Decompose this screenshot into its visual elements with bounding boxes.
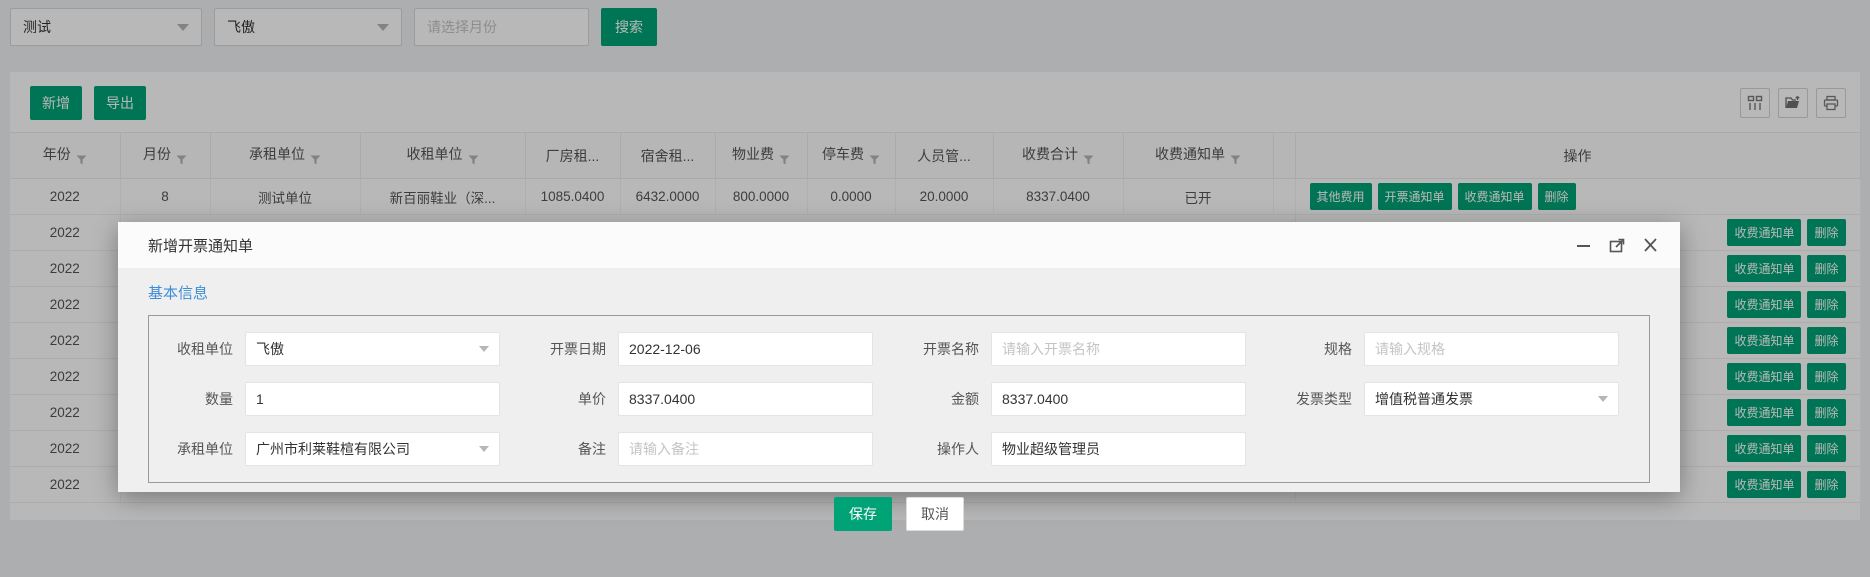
- field-label: 承租单位: [153, 439, 245, 459]
- quantity-input[interactable]: [256, 391, 489, 407]
- operator-field: 操作人: [899, 432, 1272, 466]
- minimize-icon[interactable]: [1576, 238, 1591, 252]
- invoice-date-input[interactable]: [629, 341, 862, 357]
- chevron-down-icon: [1598, 396, 1608, 402]
- new-invoice-notice-modal: 新增开票通知单 基本信息 收租单位 飞傲 开票日期 开票名称 规格: [118, 222, 1680, 492]
- field-label: 操作人: [899, 439, 991, 459]
- modal-window-controls: [1558, 238, 1658, 253]
- chevron-down-icon: [479, 446, 489, 452]
- tenant-field: 承租单位 广州市利莱鞋楦有限公司: [153, 432, 526, 466]
- modal-title: 新增开票通知单: [148, 235, 253, 256]
- unit-price-input[interactable]: [629, 391, 862, 407]
- invoice-name-field: 开票名称: [899, 332, 1272, 366]
- invoice-type-select[interactable]: 增值税普通发票: [1364, 382, 1619, 416]
- field-label: 开票名称: [899, 339, 991, 359]
- invoice-date-input-wrap: [618, 332, 873, 366]
- landlord-select[interactable]: 飞傲: [245, 332, 500, 366]
- field-label: 规格: [1272, 339, 1364, 359]
- spec-input-wrap: [1364, 332, 1619, 366]
- maximize-icon[interactable]: [1609, 238, 1625, 253]
- landlord-field: 收租单位 飞傲: [153, 332, 526, 366]
- invoice-name-input[interactable]: [1002, 341, 1235, 357]
- field-label: 数量: [153, 389, 245, 409]
- field-label: 单价: [526, 389, 618, 409]
- field-label: 金额: [899, 389, 991, 409]
- amount-input[interactable]: [1002, 391, 1235, 407]
- field-label: 开票日期: [526, 339, 618, 359]
- modal-body: 基本信息 收租单位 飞傲 开票日期 开票名称 规格 数量: [118, 268, 1680, 483]
- remark-input[interactable]: [629, 441, 862, 457]
- field-label: 备注: [526, 439, 618, 459]
- operator-input[interactable]: [1002, 441, 1235, 457]
- amount-field: 金额: [899, 382, 1272, 416]
- remark-input-wrap: [618, 432, 873, 466]
- field-label: 发票类型: [1272, 389, 1364, 409]
- spec-input[interactable]: [1375, 341, 1608, 357]
- invoice-name-input-wrap: [991, 332, 1246, 366]
- save-button[interactable]: 保存: [834, 497, 892, 531]
- field-label: 收租单位: [153, 339, 245, 359]
- unit-price-field: 单价: [526, 382, 899, 416]
- section-title: 基本信息: [148, 282, 1650, 303]
- close-icon[interactable]: [1643, 238, 1658, 252]
- amount-input-wrap: [991, 382, 1246, 416]
- remark-field: 备注: [526, 432, 899, 466]
- quantity-input-wrap: [245, 382, 500, 416]
- invoice-form: 收租单位 飞傲 开票日期 开票名称 规格 数量 单价: [148, 315, 1650, 483]
- empty-grid-cell: [1272, 432, 1645, 466]
- unit-price-input-wrap: [618, 382, 873, 416]
- spec-field: 规格: [1272, 332, 1645, 366]
- invoice-type-field: 发票类型 增值税普通发票: [1272, 382, 1645, 416]
- quantity-field: 数量: [153, 382, 526, 416]
- modal-footer: 保存 取消: [118, 483, 1680, 547]
- operator-input-wrap: [991, 432, 1246, 466]
- invoice-date-field: 开票日期: [526, 332, 899, 366]
- modal-header: 新增开票通知单: [118, 222, 1680, 268]
- chevron-down-icon: [479, 346, 489, 352]
- tenant-select[interactable]: 广州市利莱鞋楦有限公司: [245, 432, 500, 466]
- cancel-button[interactable]: 取消: [906, 497, 964, 531]
